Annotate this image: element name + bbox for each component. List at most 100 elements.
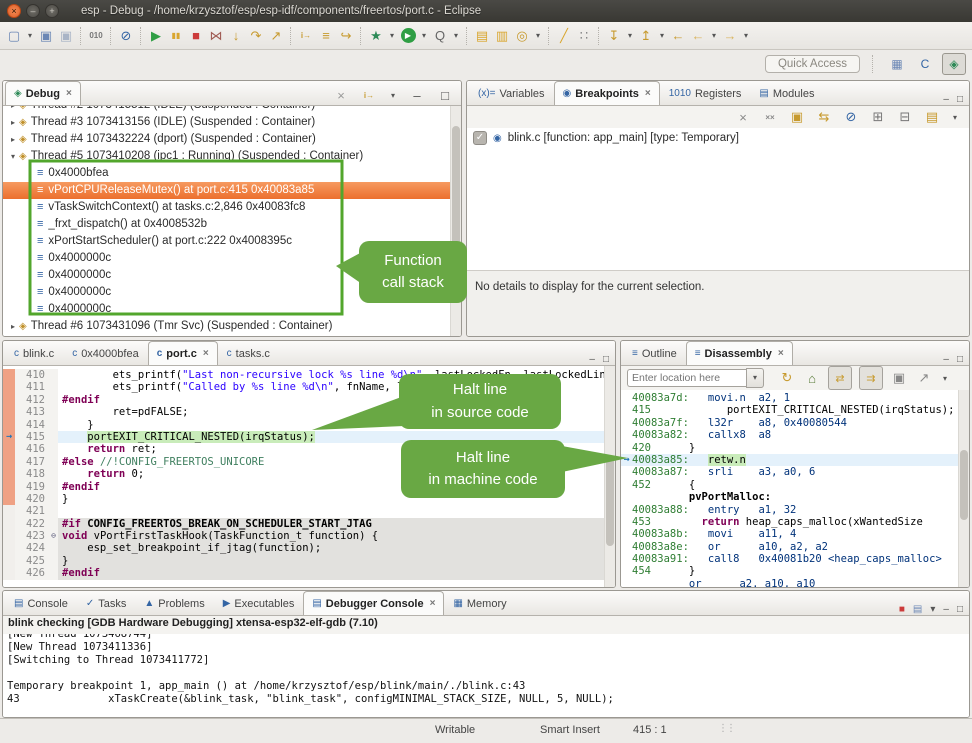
stack-frame-row[interactable]: ≡0x4000000c: [3, 301, 461, 318]
search-dropdown-icon[interactable]: ▾: [533, 26, 543, 46]
source-line-417[interactable]: 417#else //!CONFIG_FREERTOS_UNICORE: [3, 456, 615, 468]
minimize-icon[interactable]: –: [943, 94, 949, 105]
tab-disassembly[interactable]: ≡Disassembly×: [686, 341, 793, 365]
chevron-right-icon[interactable]: ▸: [7, 318, 19, 335]
source-line-419[interactable]: 419#endif: [3, 481, 615, 493]
stack-frame-row[interactable]: ≡vPortCPUReleaseMutex() at port.c:415 0x…: [3, 182, 461, 199]
chevron-right-icon[interactable]: ▸: [7, 106, 19, 114]
disassembly-line[interactable]: 40083a82: callx8 a8: [621, 429, 969, 441]
source-line-423[interactable]: 423⊖void vPortFirstTaskHook(TaskFunction…: [3, 530, 615, 542]
source-line-410[interactable]: 410 ets_printf("Last non-recursive lock …: [3, 369, 615, 381]
disassembly-line[interactable]: or a2, a10, a10: [621, 578, 969, 587]
disassembly-line[interactable]: 454 }: [621, 565, 969, 577]
last-edit-dropdown-icon[interactable]: ▾: [625, 26, 635, 46]
source-line-415[interactable]: →415 portEXIT_CRITICAL_NESTED(irqStatus)…: [3, 431, 615, 443]
disassembly-line[interactable]: 40083a7f: l32r a8, 0x40080544: [621, 417, 969, 429]
step-into-icon[interactable]: ↓: [227, 26, 245, 46]
display-selected-console-icon[interactable]: ▤: [913, 604, 922, 615]
expand-all-icon[interactable]: ⊞: [869, 107, 887, 127]
stack-frame-row[interactable]: ≡0x4000000c: [3, 267, 461, 284]
disconnect-icon[interactable]: ⋈: [207, 26, 225, 46]
profile-icon[interactable]: Q: [431, 26, 449, 46]
view-menu-icon[interactable]: ▾: [388, 85, 398, 105]
instruction-stepping-icon[interactable]: i→: [297, 26, 315, 46]
debug-perspective-icon[interactable]: ◈: [942, 53, 966, 75]
tab-debug[interactable]: ◈ Debug ×: [5, 81, 81, 105]
profile-dropdown-icon[interactable]: ▾: [451, 26, 461, 46]
collapse-all-icon[interactable]: ⊟: [896, 107, 914, 127]
disassembly-line[interactable]: 420 }: [621, 442, 969, 454]
binary-file-icon[interactable]: 010: [87, 26, 105, 46]
source-line-421[interactable]: 421: [3, 505, 615, 517]
tab-blink-c[interactable]: cblink.c: [5, 341, 63, 365]
remove-all-terminated-icon[interactable]: ×: [332, 85, 350, 105]
forward-history-icon[interactable]: →: [721, 26, 739, 46]
thread-row[interactable]: ▸◈Thread #2 1073415512 (IDLE) (Suspended…: [3, 106, 461, 114]
chevron-right-icon[interactable]: ▸: [7, 114, 19, 131]
tab-port-c[interactable]: cport.c×: [148, 341, 218, 365]
run-dropdown-icon[interactable]: ▾: [419, 26, 429, 46]
track-expression-icon[interactable]: ⇄: [828, 366, 852, 390]
maximize-icon[interactable]: □: [957, 94, 963, 105]
tab-0x4000bfea[interactable]: c0x4000bfea: [63, 341, 148, 365]
tab-tasks-c[interactable]: ctasks.c: [218, 341, 279, 365]
source-line-416[interactable]: 416 return ret;: [3, 443, 615, 455]
step-return-icon[interactable]: ↗: [267, 26, 285, 46]
tab-memory[interactable]: ▦Memory: [444, 591, 515, 615]
location-input[interactable]: [627, 369, 746, 387]
breakpoint-row[interactable]: ✓ ◉ blink.c [function: app_main] [type: …: [467, 128, 969, 148]
source-editor[interactable]: 410 ets_printf("Last non-recursive lock …: [3, 366, 615, 587]
stack-frame-row[interactable]: ≡0x4000000c: [3, 284, 461, 301]
last-edit-location-icon[interactable]: ↧: [605, 26, 623, 46]
minimize-icon[interactable]: –: [589, 354, 595, 365]
disassembly-line[interactable]: 40083a8e: or a10, a2, a2: [621, 541, 969, 553]
tab-debugger-console[interactable]: ▤Debugger Console×: [303, 591, 444, 615]
open-element-icon[interactable]: ▤: [473, 26, 491, 46]
editor-scrollbar[interactable]: [604, 366, 615, 587]
refresh-icon[interactable]: ↻: [778, 368, 796, 388]
open-perspective-icon[interactable]: ▦: [886, 54, 908, 74]
pin-view-icon[interactable]: ↗: [915, 368, 933, 388]
show-breakpoints-for-selection-icon[interactable]: ▣: [788, 107, 806, 127]
remove-breakpoint-icon[interactable]: ×: [734, 107, 752, 127]
stack-frame-row[interactable]: ≡0x4000000c: [3, 250, 461, 267]
run-icon[interactable]: ▶: [399, 26, 417, 46]
source-line-425[interactable]: 425}: [3, 555, 615, 567]
disassembly-line[interactable]: 415 portEXIT_CRITICAL_NESTED(irqStatus);: [621, 404, 969, 416]
source-line-411[interactable]: 411 ets_printf("Called by %s line %d\n",…: [3, 381, 615, 393]
source-line-414[interactable]: 414 }: [3, 419, 615, 431]
back-icon[interactable]: ←: [669, 26, 687, 46]
view-menu-icon[interactable]: ▾: [950, 107, 960, 127]
remove-all-breakpoints-icon[interactable]: ××: [761, 107, 779, 127]
disassembly-line[interactable]: 453 return heap_caps_malloc(xWantedSize: [621, 516, 969, 528]
window-maximize-button[interactable]: +: [45, 4, 59, 18]
disassembly-scrollbar[interactable]: [958, 390, 969, 587]
tab-tasks[interactable]: ✓Tasks: [77, 591, 136, 615]
chevron-down-icon[interactable]: ▾: [7, 148, 19, 165]
open-resource-icon[interactable]: ▥: [493, 26, 511, 46]
tab-registers[interactable]: 1010Registers: [660, 81, 751, 105]
previous-edit-location-icon[interactable]: ↥: [637, 26, 655, 46]
terminate-icon[interactable]: ■: [187, 26, 205, 46]
source-line-413[interactable]: 413 ret=pdFALSE;: [3, 406, 615, 418]
disassembly-line[interactable]: 40083a88: entry a1, 32: [621, 504, 969, 516]
minimize-icon[interactable]: –: [408, 85, 426, 105]
previous-edit-dropdown-icon[interactable]: ▾: [657, 26, 667, 46]
maximize-icon[interactable]: □: [436, 85, 454, 105]
disassembly-line[interactable]: 40083a7d: movi.n a2, 1: [621, 392, 969, 404]
new-wizard-icon[interactable]: ▢: [5, 26, 23, 46]
minimize-icon[interactable]: –: [943, 354, 949, 365]
save-icon[interactable]: ▣: [37, 26, 55, 46]
breakpoint-groups-icon[interactable]: ▤: [923, 107, 941, 127]
quick-access-field[interactable]: Quick Access: [765, 55, 860, 73]
thread-row[interactable]: ▾◈Thread #5 1073410208 (ipc1 : Running) …: [3, 148, 461, 165]
back-history-icon[interactable]: ←: [689, 26, 707, 46]
close-icon[interactable]: ×: [203, 348, 209, 359]
new-dropdown-icon[interactable]: ▾: [25, 26, 35, 46]
source-line-418[interactable]: 418 return 0;: [3, 468, 615, 480]
chevron-right-icon[interactable]: ▸: [7, 131, 19, 148]
forward-dropdown-icon[interactable]: ▾: [741, 26, 751, 46]
disassembly-line[interactable]: 40083a87: srli a3, a0, 6: [621, 466, 969, 478]
close-icon[interactable]: ×: [645, 88, 651, 99]
close-icon[interactable]: ×: [430, 598, 436, 609]
